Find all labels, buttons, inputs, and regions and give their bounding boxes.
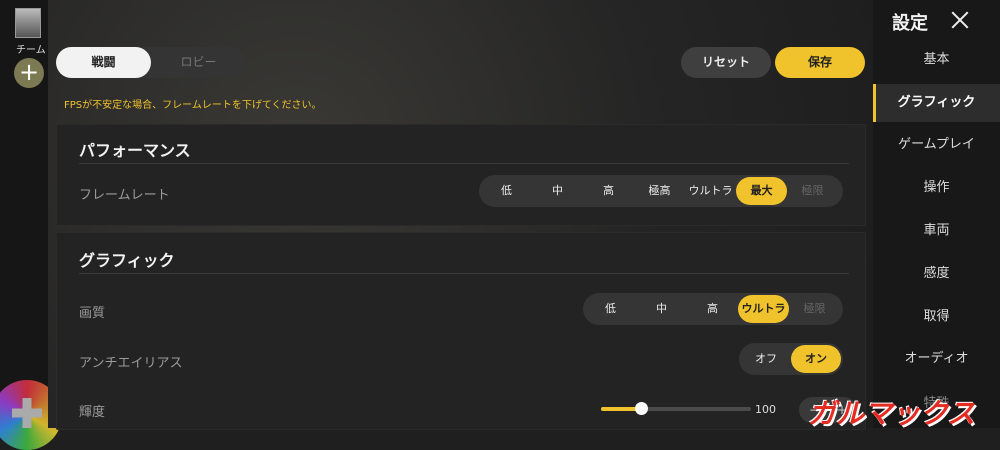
brightness-value: 100 xyxy=(755,403,776,416)
settings-sidebar: 設定 基本 グラフィック ゲームプレイ 操作 車両 感度 取得 オーディオ 特殊 xyxy=(873,0,1000,428)
sidebar-item-gameplay[interactable]: ゲームプレイ xyxy=(873,126,1000,164)
frame-rate-selector[interactable]: 低 中 高 極高 ウルトラ 最大 極限 xyxy=(479,175,843,207)
brightness-knob[interactable] xyxy=(635,402,648,415)
graphics-title: グラフィック xyxy=(79,251,175,270)
fps-warning: FPSが不安定な場合、フレームレートを下げてください。 xyxy=(64,100,322,111)
mode-switch[interactable]: 戦闘 ロビー xyxy=(56,47,246,78)
sidebar-item-pickup[interactable]: 取得 xyxy=(873,298,1000,336)
quality-option-selected[interactable]: ウルトラ xyxy=(738,295,789,323)
antialias-label: アンチエイリアス xyxy=(79,356,183,371)
frame-rate-option-disabled: 極限 xyxy=(801,184,824,197)
quality-option[interactable]: 高 xyxy=(687,295,738,323)
frame-rate-option[interactable]: 低 xyxy=(481,177,532,205)
watermark-logo: ガルマックス xyxy=(808,397,976,430)
antialias-off[interactable]: オフ xyxy=(741,345,791,373)
quality-option-disabled: 極限 xyxy=(803,302,826,315)
antialias-on[interactable]: オン xyxy=(791,345,841,373)
frame-rate-option[interactable]: 中 xyxy=(532,177,583,205)
sidebar-item-sensitivity[interactable]: 感度 xyxy=(873,255,1000,293)
performance-panel: パフォーマンス フレームレート 低 中 高 極高 ウルトラ 最大 極限 xyxy=(56,124,866,226)
frame-rate-option[interactable]: 極高 xyxy=(634,177,685,205)
performance-title: パフォーマンス xyxy=(79,141,191,160)
tab-lobby[interactable]: ロビー xyxy=(151,47,246,78)
close-icon[interactable] xyxy=(949,9,971,31)
graphics-panel: グラフィック 画質 低 中 高 ウルトラ 極限 アンチエイリアス オフ オン 輝… xyxy=(56,232,866,430)
settings-title: 設定 xyxy=(892,13,928,34)
frame-rate-option[interactable]: 高 xyxy=(583,177,634,205)
quality-selector[interactable]: 低 中 高 ウルトラ 極限 xyxy=(583,293,843,325)
antialias-toggle[interactable]: オフ オン xyxy=(739,343,843,375)
avatar[interactable] xyxy=(15,8,41,38)
performance-divider xyxy=(79,163,849,164)
tab-battle[interactable]: 戦闘 xyxy=(56,47,151,78)
quality-option[interactable]: 低 xyxy=(585,295,636,323)
brightness-slider[interactable] xyxy=(601,402,751,415)
team-label: チーム xyxy=(16,45,46,56)
frame-rate-label: フレームレート xyxy=(79,188,170,203)
sidebar-item-basic[interactable]: 基本 xyxy=(873,41,1000,79)
sidebar-item-graphics[interactable]: グラフィック xyxy=(873,84,1000,122)
settings-main: 戦闘 ロビー リセット 保存 FPSが不安定な場合、フレームレートを下げてくださ… xyxy=(48,0,873,430)
sidebar-item-audio[interactable]: オーディオ xyxy=(873,340,1000,378)
frame-rate-option-selected[interactable]: 最大 xyxy=(736,177,787,205)
frame-rate-option[interactable]: ウルトラ xyxy=(685,177,736,205)
graphics-divider xyxy=(79,273,849,274)
sidebar-item-vehicle[interactable]: 車両 xyxy=(873,212,1000,250)
sidebar-item-controls[interactable]: 操作 xyxy=(873,169,1000,207)
quality-label: 画質 xyxy=(79,306,106,321)
save-button[interactable]: 保存 xyxy=(775,47,865,78)
plus-icon[interactable]: + xyxy=(14,58,44,88)
brightness-label: 輝度 xyxy=(79,405,106,420)
quality-option[interactable]: 中 xyxy=(636,295,687,323)
left-rail: チーム + xyxy=(0,0,62,450)
reset-button[interactable]: リセット xyxy=(681,47,771,78)
